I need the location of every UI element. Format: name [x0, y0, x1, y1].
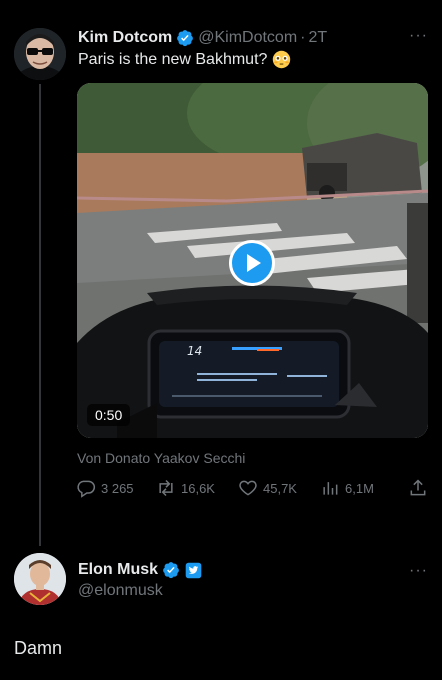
tweet-timestamp[interactable]: 2T	[308, 29, 327, 47]
reply-author-handle[interactable]: @elonmusk	[78, 582, 163, 600]
play-button[interactable]	[229, 240, 275, 286]
play-icon	[247, 254, 261, 272]
tweet-header: Kim Dotcom @KimDotcom · 2T	[78, 27, 428, 49]
reply-header: Elon Musk	[78, 559, 202, 581]
heart-icon	[239, 480, 257, 496]
separator-dot: ·	[300, 29, 306, 46]
repost-count: 16,6K	[181, 480, 215, 496]
views-action[interactable]: 6,1M	[320, 476, 374, 500]
reply-action[interactable]: 3 265	[76, 476, 134, 500]
views-count: 6,1M	[345, 480, 374, 496]
video-attribution[interactable]: Von Donato Yaakov Secchi	[77, 450, 245, 466]
tweet-text: Paris is the new Bakhmut?	[78, 50, 268, 68]
like-count: 45,7K	[263, 480, 297, 496]
avatar-elon-musk-image	[14, 553, 66, 605]
more-options-icon[interactable]: ···	[409, 562, 428, 580]
repost-action[interactable]: 16,6K	[156, 476, 215, 500]
verified-badge-icon[interactable]	[176, 29, 194, 47]
like-action[interactable]: 45,7K	[238, 476, 297, 500]
author-name[interactable]: Kim Dotcom	[78, 29, 172, 47]
avatar-kim-dotcom-image	[14, 28, 66, 80]
reply-count: 3 265	[101, 480, 134, 496]
reply-text: Damn	[14, 638, 63, 658]
repost-icon	[159, 479, 173, 497]
svg-text:14: 14	[187, 344, 202, 358]
flushed-face-emoji-icon	[273, 50, 291, 69]
video-player[interactable]: 14 0:50	[77, 83, 428, 438]
share-icon	[410, 479, 426, 496]
avatar[interactable]	[14, 553, 66, 605]
avatar[interactable]	[14, 28, 66, 80]
share-action[interactable]	[408, 476, 433, 500]
tweet-text-row: Paris is the new Bakhmut?	[78, 50, 291, 69]
tweet-actions-bar: 3 265 16,6K 45,7K 6,1M	[76, 476, 428, 500]
views-bar-chart-icon	[323, 482, 338, 495]
reply-icon	[77, 480, 96, 498]
more-options-icon[interactable]: ···	[409, 27, 428, 45]
reply-author-name[interactable]: Elon Musk	[78, 561, 158, 579]
affiliate-badge-icon[interactable]	[185, 562, 202, 579]
thread-connector-line	[39, 84, 41, 546]
video-duration-badge: 0:50	[87, 404, 131, 426]
author-handle[interactable]: @KimDotcom	[198, 29, 297, 47]
verified-badge-icon[interactable]	[162, 561, 180, 579]
